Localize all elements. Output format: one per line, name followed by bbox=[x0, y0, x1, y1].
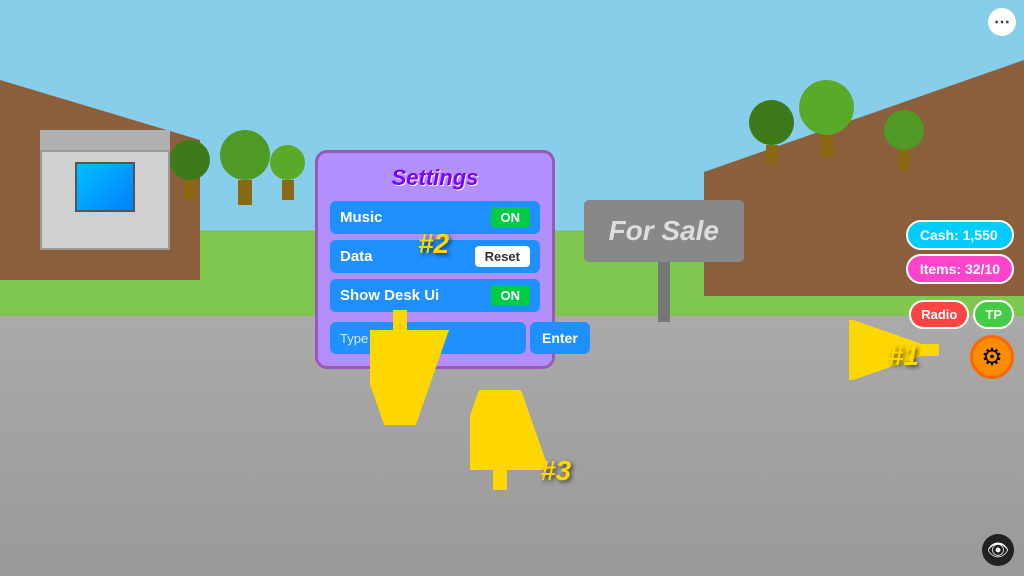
code-input[interactable] bbox=[330, 322, 526, 354]
hud-action-buttons: Radio TP bbox=[909, 300, 1014, 329]
cash-display: Cash: 1,550 bbox=[906, 220, 1014, 250]
tree-3 bbox=[270, 145, 305, 200]
show-desk-toggle[interactable]: ON bbox=[491, 285, 531, 306]
code-row: Enter bbox=[330, 322, 540, 354]
annotation-label-1: #1 bbox=[888, 340, 919, 372]
for-sale-sign: For Sale bbox=[584, 200, 744, 322]
tree-4 bbox=[749, 100, 794, 165]
game-background: For Sale Settings Music ON Data Reset Sh… bbox=[0, 0, 1024, 576]
building-body bbox=[40, 150, 170, 250]
sign-post bbox=[658, 262, 670, 322]
gear-settings-icon[interactable]: ⚙ bbox=[970, 335, 1014, 379]
show-desk-row: Show Desk Ui ON bbox=[330, 279, 540, 312]
data-label: Data bbox=[340, 248, 373, 265]
building-window bbox=[75, 162, 135, 212]
data-reset-button[interactable]: Reset bbox=[475, 246, 530, 267]
eye-icon[interactable]: 👁 bbox=[982, 534, 1014, 566]
annotation-label-3: #3 bbox=[540, 455, 571, 487]
dots-icon[interactable]: ⋯ bbox=[988, 8, 1016, 36]
tree-1 bbox=[170, 140, 210, 200]
tp-button[interactable]: TP bbox=[973, 300, 1014, 329]
settings-title: Settings bbox=[330, 165, 540, 191]
enter-button[interactable]: Enter bbox=[530, 322, 590, 354]
show-desk-label: Show Desk Ui bbox=[340, 287, 439, 304]
annotation-label-2: #2 bbox=[418, 228, 449, 260]
items-display: Items: 32/10 bbox=[906, 254, 1014, 284]
hud-stats: Cash: 1,550 Items: 32/10 bbox=[906, 220, 1014, 284]
building bbox=[40, 130, 180, 250]
tree-5 bbox=[799, 80, 854, 157]
music-label: Music bbox=[340, 209, 383, 226]
building-roof bbox=[40, 130, 170, 150]
tree-2 bbox=[220, 130, 270, 205]
radio-button[interactable]: Radio bbox=[909, 300, 969, 329]
for-sale-text: For Sale bbox=[584, 200, 744, 262]
tree-6 bbox=[884, 110, 924, 170]
music-toggle[interactable]: ON bbox=[491, 207, 531, 228]
hud-menu-dots[interactable]: ⋯ bbox=[988, 8, 1016, 36]
